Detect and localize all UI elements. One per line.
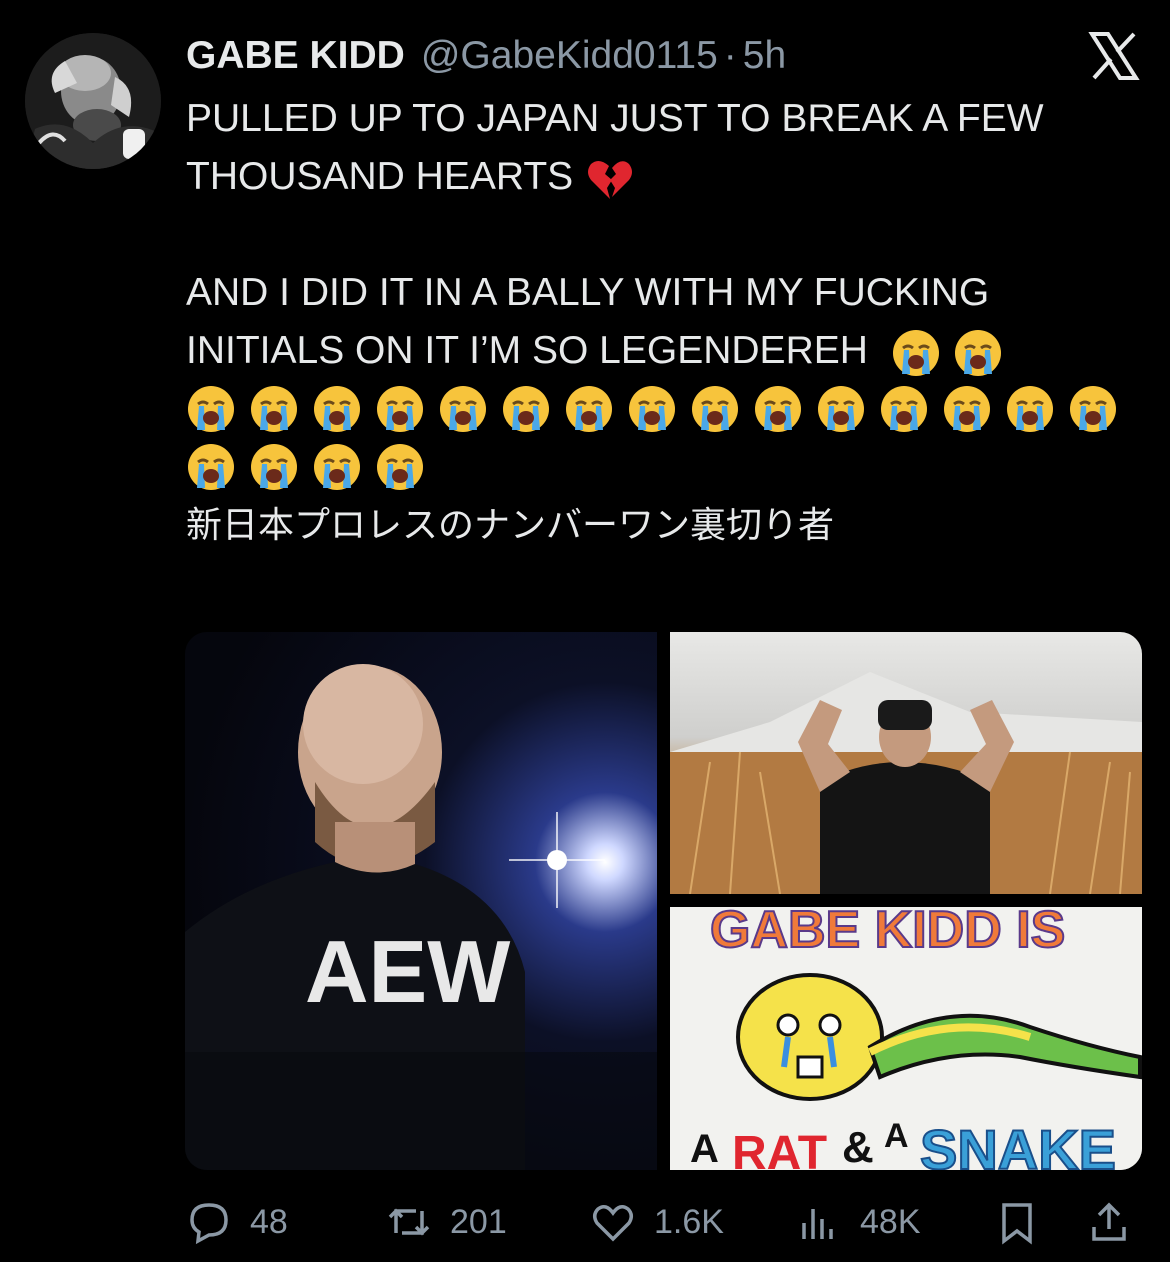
tweet-line-2: AND I DID IT IN A BALLY WITH MY FUCKING … [186, 264, 1146, 380]
wrestler-aew-shirt-photo-icon: AEW [185, 664, 657, 1170]
sign-amp-text: & [842, 1123, 874, 1170]
crying-face-icon [377, 444, 423, 490]
avatar-photo-icon [25, 33, 161, 169]
reply-button[interactable]: 48 [186, 1196, 288, 1248]
tweet-line-3: 新日本プロレスのナンバーワン裏切り者 [186, 504, 835, 545]
views-count: 48K [860, 1202, 921, 1241]
retweet-icon [388, 1208, 430, 1236]
like-count: 1.6K [654, 1202, 724, 1241]
crying-face-icon [944, 386, 990, 432]
crying-face-icon [881, 386, 927, 432]
crying-face-icon [954, 329, 1001, 376]
retweet-button[interactable]: 201 [386, 1196, 507, 1248]
reply-count: 48 [250, 1202, 288, 1241]
reply-icon [190, 1203, 228, 1245]
tweet-actions: 48 201 1.6K 48K [186, 1196, 1146, 1248]
media-image-1[interactable]: AEW [185, 632, 657, 1170]
crying-face-icon [314, 444, 360, 490]
crying-face-icon [1007, 386, 1053, 432]
crying-face-icon [818, 386, 864, 432]
author-name[interactable]: GABE KIDD [186, 34, 405, 78]
share-button[interactable] [1086, 1196, 1132, 1248]
crying-face-icon [188, 444, 234, 490]
sign-a1-text: A [690, 1127, 719, 1170]
tweet-header: GABE KIDD @GabeKidd0115 · 5h [186, 34, 786, 80]
tweet-line-2-text: AND I DID IT IN A BALLY WITH MY FUCKING … [186, 271, 990, 372]
crying-face-icon [314, 386, 360, 432]
crying-face-icon [503, 386, 549, 432]
media-image-2[interactable] [670, 632, 1142, 894]
tweet-text: PULLED UP TO JAPAN JUST TO BREAK A FEW T… [186, 90, 1146, 554]
avatar[interactable] [25, 33, 161, 169]
x-logo-icon[interactable] [1088, 30, 1140, 82]
crying-face-icon [251, 386, 297, 432]
bookmark-button[interactable] [994, 1196, 1040, 1248]
crying-face-icon [755, 386, 801, 432]
crying-face-icon [251, 444, 297, 490]
sign-snake-text: SNAKE [920, 1118, 1116, 1170]
media-grid: AEW GABE KIDD IS A RAT & A SNAKE [185, 632, 1142, 1170]
bookmark-icon [1002, 1203, 1032, 1245]
tweet: GABE KIDD @GabeKidd0115 · 5h PULLED UP T… [0, 0, 1170, 1262]
fan-sign-photo-icon: GABE KIDD IS A RAT & A SNAKE [670, 907, 1142, 1170]
crying-face-icon [566, 386, 612, 432]
media-image-3[interactable]: GABE KIDD IS A RAT & A SNAKE [670, 907, 1142, 1170]
crying-emoji-row [186, 380, 1146, 496]
retweet-count: 201 [450, 1202, 507, 1241]
shirt-aew-text: AEW [305, 922, 510, 1021]
author-handle[interactable]: @GabeKidd0115 [421, 34, 718, 78]
tweet-line-1: PULLED UP TO JAPAN JUST TO BREAK A FEW T… [186, 90, 1146, 206]
separator-dot: · [723, 34, 737, 77]
crying-face-icon [629, 386, 675, 432]
heart-icon [593, 1205, 633, 1242]
crying-face-icon [892, 329, 939, 376]
broken-heart-icon [588, 160, 633, 199]
sign-rat-text: RAT [732, 1127, 827, 1170]
crying-face-icon [377, 386, 423, 432]
crying-face-icon [440, 386, 486, 432]
crying-face-icon [1070, 386, 1116, 432]
wrestler-flexing-mountain-photo-icon [670, 672, 1142, 894]
sign-a2-text: A [884, 1117, 909, 1155]
crying-face-icon [692, 386, 738, 432]
share-icon [1092, 1202, 1126, 1241]
sign-title-text: GABE KIDD IS [710, 907, 1065, 959]
crying-face-icon [188, 386, 234, 432]
tweet-time[interactable]: 5h [743, 34, 786, 78]
like-button[interactable]: 1.6K [590, 1196, 724, 1248]
views-button[interactable]: 48K [796, 1196, 921, 1248]
views-chart-icon [802, 1209, 833, 1239]
